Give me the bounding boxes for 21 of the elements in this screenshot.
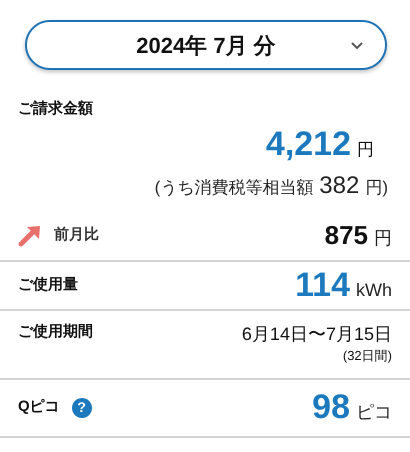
change-amount: 875 (324, 219, 368, 252)
help-icon[interactable]: ? (72, 398, 92, 418)
row-label: ご使用期間 (18, 322, 93, 342)
period-days: (32日間) (342, 346, 392, 365)
tax-label: (うち消費税等相当額 (154, 176, 314, 198)
change-label: 前月比 (54, 225, 99, 246)
currency-unit: 円 (357, 138, 374, 160)
billing-amount: 4,212 (266, 124, 351, 164)
chevron-down-icon (351, 42, 363, 50)
period-value: 6月14日〜7月15日 (242, 322, 392, 346)
billing-label: ご請求金額 (18, 99, 94, 119)
row-label: Qピコ (18, 397, 60, 418)
tax-unit: 円) (365, 176, 388, 198)
tax-amount: 382 (319, 170, 360, 200)
unit-label: 円 (374, 227, 392, 250)
period-dropdown[interactable]: 2024年 7月 分 (25, 20, 387, 70)
usage-amount: 114 (295, 264, 350, 306)
unit-label: ピコ (356, 401, 392, 424)
row-label: ご使用量 (18, 274, 78, 295)
unit-label: kWh (356, 278, 392, 302)
points-amount: 98 (312, 387, 350, 428)
